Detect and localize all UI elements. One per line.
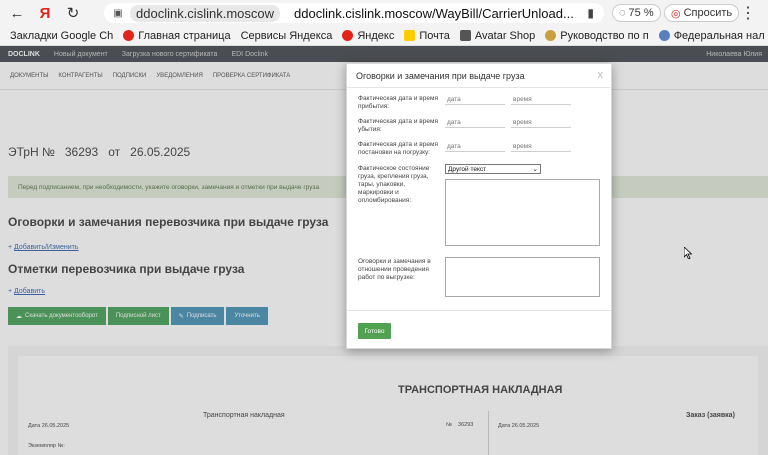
arrival-date-input[interactable] <box>445 95 505 105</box>
bookmark-item[interactable]: Avatar Shop <box>459 29 536 42</box>
gear-icon <box>545 30 557 41</box>
bookmark-item[interactable]: Сервисы Яндекса <box>241 30 333 42</box>
bookmark-label: Главная страница <box>138 29 231 42</box>
loading-label: Фактическая дата и время постановки на п… <box>358 141 438 156</box>
bookmark-item[interactable]: Федеральная нал <box>658 29 765 42</box>
bookmark-icon[interactable]: ▮ <box>587 6 594 20</box>
bookmark-item[interactable]: Главная страница <box>123 29 231 42</box>
bookmark-item[interactable]: Закладки Google Ch <box>10 30 113 42</box>
yandex-icon <box>342 30 354 41</box>
remarks-modal: Оговорки и замечания при выдаче груза x … <box>346 63 612 349</box>
bookmark-item[interactable]: Руководство по п <box>545 29 649 42</box>
unloading-textarea[interactable] <box>445 257 600 297</box>
bookmark-label: Федеральная нал <box>673 29 765 42</box>
bookmark-item[interactable]: Яндекс <box>342 30 394 42</box>
browser-menu-icon[interactable]: ⋮ <box>740 3 756 23</box>
condition-textarea[interactable] <box>445 179 600 246</box>
mouse-cursor-icon <box>684 247 692 259</box>
modal-footer: Готово <box>347 310 611 350</box>
condition-select[interactable]: Другой текст ⌄ <box>445 164 541 174</box>
unloading-label: Оговорки и замечания в отношении проведе… <box>358 258 431 281</box>
condition-select-value: Другой текст <box>448 165 487 173</box>
bookmark-item[interactable]: Почта <box>404 30 450 42</box>
condition-label: Фактическое состояние груза, крепления г… <box>358 165 430 204</box>
done-button[interactable]: Готово <box>358 323 391 339</box>
arrival-time-input[interactable] <box>511 95 571 105</box>
url-text[interactable]: ddoclink.cislink.moscow/WayBill/CarrierU… <box>294 6 574 21</box>
bookmark-label: Яндекс <box>357 29 395 42</box>
bookmark-label: Сервисы Яндекса <box>240 29 333 42</box>
departure-date-input[interactable] <box>445 118 505 128</box>
departure-time-input[interactable] <box>511 118 571 128</box>
reload-icon[interactable]: ↻ <box>62 2 84 24</box>
bookmark-label: Почта <box>419 29 450 42</box>
url-domain-chip[interactable]: ddoclink.cislink.moscow <box>130 4 280 22</box>
bookmarks-bar: Закладки Google Ch Главная страница Серв… <box>0 26 768 46</box>
ask-icon: ◎ <box>671 7 681 20</box>
zoom-level: 75 % <box>628 7 654 19</box>
mail-icon <box>404 30 416 41</box>
yandex-icon <box>123 30 135 41</box>
address-bar[interactable]: ▣ ddoclink.cislink.moscow ddoclink.cisli… <box>104 3 604 23</box>
bookmark-label: Руководство по п <box>560 29 649 42</box>
modal-title: Оговорки и замечания при выдаче груза <box>356 70 525 81</box>
modal-header: Оговорки и замечания при выдаче груза x <box>347 64 611 88</box>
bookmark-label: Закладки Google Ch <box>10 29 114 42</box>
loading-time-input[interactable] <box>511 142 571 152</box>
ask-label: Спросить <box>683 7 733 19</box>
browser-toolbar: ← Я ↻ ▣ ddoclink.cislink.moscow ddoclink… <box>0 0 768 26</box>
loading-date-input[interactable] <box>445 142 505 152</box>
ask-button[interactable]: ◎ Спросить <box>664 4 740 22</box>
fed-icon <box>658 30 670 41</box>
chevron-down-icon: ⌄ <box>532 166 538 173</box>
close-icon[interactable]: x <box>598 69 604 81</box>
departure-label: Фактическая дата и время убытия: <box>358 118 438 133</box>
yandex-logo-icon[interactable]: Я <box>34 2 56 24</box>
lock-icon: ▣ <box>113 7 123 19</box>
back-arrow-icon[interactable]: ← <box>6 2 28 24</box>
zoom-indicator[interactable]: ◌ 75 % <box>612 4 661 22</box>
arrival-label: Фактическая дата и время прибытия: <box>358 95 438 110</box>
shop-icon <box>459 30 471 41</box>
chat-icon: ◌ <box>619 7 626 19</box>
bookmark-label: Avatar Shop <box>474 29 536 42</box>
